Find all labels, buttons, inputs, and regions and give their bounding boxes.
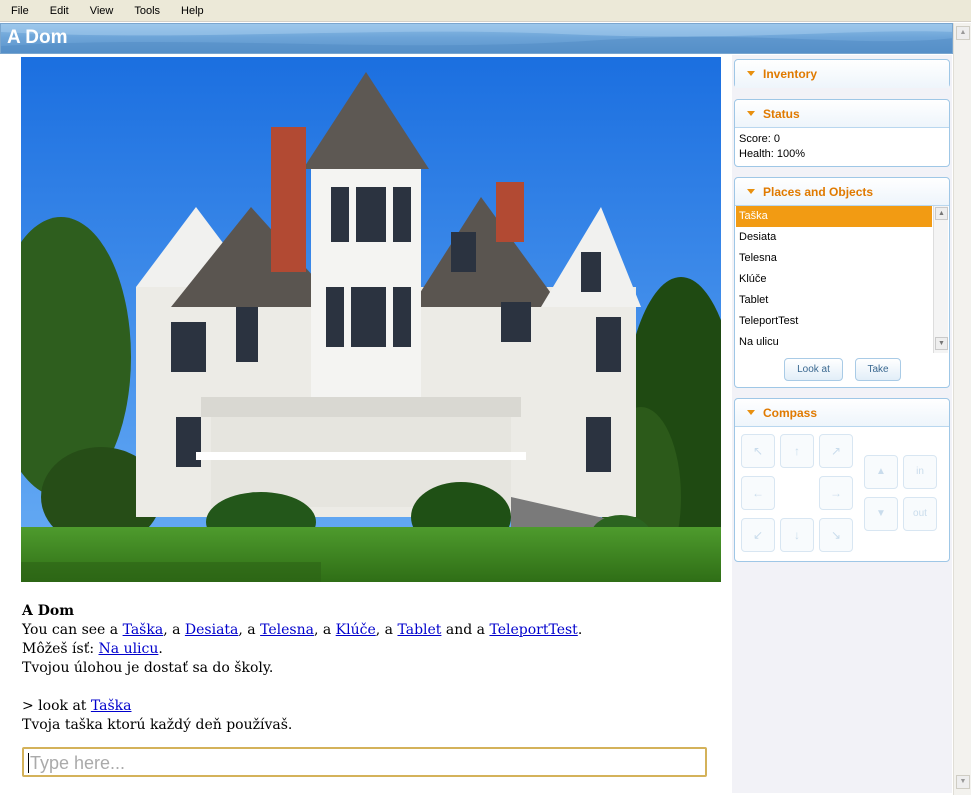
southwest-arrow-icon[interactable]: ↙ (741, 518, 775, 552)
list-item[interactable]: Taška (736, 206, 932, 227)
places-title: Places and Objects (763, 185, 874, 199)
northwest-arrow-icon[interactable]: ↖ (741, 434, 775, 468)
northeast-arrow-icon[interactable]: ↗ (819, 434, 853, 468)
score-text: Score: 0 (739, 133, 780, 145)
collapse-triangle-icon (747, 189, 755, 194)
separator: , a (375, 622, 398, 638)
list-item[interactable]: Na ulicu (736, 332, 932, 352)
list-item[interactable]: Tablet (736, 290, 932, 311)
in-button[interactable]: in (903, 455, 937, 489)
menu-help[interactable]: Help (170, 5, 214, 17)
command-echo: > look at Taška (22, 697, 722, 716)
collapse-triangle-icon (747, 410, 755, 415)
places-objects-panel: Places and Objects Taška Desiata Telesna… (734, 177, 950, 388)
location-heading: A Dom (22, 603, 75, 619)
objects-line: You can see a Taška, a Desiata, a Telesn… (22, 621, 722, 640)
object-link-tablet[interactable]: Tablet (397, 622, 441, 638)
inventory-panel: Inventory (734, 59, 950, 88)
collapse-triangle-icon (747, 71, 755, 76)
south-arrow-icon[interactable]: ↓ (780, 518, 814, 552)
places-header[interactable]: Places and Objects (735, 178, 949, 206)
status-body: Score: 0 Health: 100% (735, 128, 949, 166)
separator: and a (441, 622, 490, 638)
period: . (158, 641, 163, 657)
menu-view[interactable]: View (79, 5, 124, 17)
compass-title: Compass (763, 406, 818, 420)
health-text: Health: 100% (739, 148, 806, 160)
window-scrollbar[interactable]: ▲ ▼ (953, 23, 971, 795)
compass-panel: Compass ↖ ↑ ↗ ← → ↙ ↓ ↘ ▲ in ▼ out (734, 398, 950, 562)
command-response: Tvoja taška ktorú každý deň používaš. (22, 717, 293, 733)
places-scrollbar[interactable]: ▲ ▼ (933, 206, 948, 353)
window-title: A Dom (7, 27, 68, 48)
scroll-down-icon[interactable]: ▼ (956, 775, 970, 789)
menu-bar: File Edit View Tools Help (0, 0, 971, 22)
command-link-taska[interactable]: Taška (91, 698, 132, 714)
story-output: A Dom You can see a Taška, a Desiata, a … (22, 602, 722, 735)
list-item[interactable]: Klúče (736, 269, 932, 290)
exits-line: Môžeš ísť: Na ulicu. (22, 640, 722, 659)
status-header[interactable]: Status (735, 100, 949, 128)
southeast-arrow-icon[interactable]: ↘ (819, 518, 853, 552)
east-arrow-icon[interactable]: → (819, 476, 853, 510)
text-caret (28, 753, 29, 774)
status-panel: Status Score: 0 Health: 100% (734, 99, 950, 167)
exits-prefix: Môžeš ísť: (22, 641, 99, 657)
input-placeholder: Type here... (30, 752, 126, 773)
separator: , a (163, 622, 185, 638)
exit-link-na-ulicu[interactable]: Na ulicu (99, 641, 159, 657)
menu-tools[interactable]: Tools (123, 5, 170, 17)
inventory-header[interactable]: Inventory (735, 60, 949, 88)
inventory-title: Inventory (763, 67, 818, 81)
places-list[interactable]: Taška Desiata Telesna Klúče Tablet Telep… (736, 206, 932, 352)
object-link-telesna[interactable]: Telesna (260, 622, 314, 638)
compass-header[interactable]: Compass (735, 399, 949, 427)
scene-image (21, 57, 721, 582)
separator: , a (313, 622, 336, 638)
title-bar: A Dom (0, 23, 953, 54)
scroll-up-icon[interactable]: ▲ (956, 26, 970, 40)
list-item[interactable]: Telesna (736, 248, 932, 269)
scroll-down-icon[interactable]: ▼ (935, 337, 948, 350)
list-item[interactable]: TeleportTest (736, 311, 932, 332)
down-arrow-icon[interactable]: ▼ (864, 497, 898, 531)
north-arrow-icon[interactable]: ↑ (780, 434, 814, 468)
list-item[interactable]: Desiata (736, 227, 932, 248)
separator: , a (238, 622, 261, 638)
objects-prefix: You can see a (22, 622, 123, 638)
command-prefix: > look at (22, 698, 91, 714)
menu-file[interactable]: File (0, 5, 39, 17)
scroll-up-icon[interactable]: ▲ (935, 207, 948, 220)
object-link-kluce[interactable]: Klúče (336, 622, 376, 638)
west-arrow-icon[interactable]: ← (741, 476, 775, 510)
object-link-taska[interactable]: Taška (123, 622, 164, 638)
goal-text: Tvojou úlohou je dostať sa do školy. (22, 660, 274, 676)
period: . (577, 622, 583, 638)
out-button[interactable]: out (903, 497, 937, 531)
look-at-button[interactable]: Look at (784, 358, 843, 381)
up-arrow-icon[interactable]: ▲ (864, 455, 898, 489)
take-button[interactable]: Take (855, 358, 901, 381)
status-title: Status (763, 107, 800, 121)
collapse-triangle-icon (747, 111, 755, 116)
menu-edit[interactable]: Edit (39, 5, 79, 17)
command-input[interactable]: Type here... (22, 747, 707, 777)
object-link-teleporttest[interactable]: TeleportTest (489, 622, 577, 638)
object-link-desiata[interactable]: Desiata (185, 622, 239, 638)
title-wave-decoration (1, 24, 952, 53)
